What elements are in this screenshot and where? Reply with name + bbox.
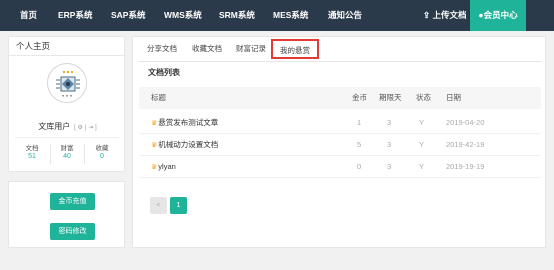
row-status: Y [419,140,425,149]
upload-arrow-icon: ⇪ [423,10,431,20]
row-title-text[interactable]: 机械动力设置文档 [158,140,218,149]
tab-favorite-docs[interactable]: 收藏文档 [192,39,222,59]
row-date: 2019-04-20 [446,118,485,127]
upload-doc-label: 上传文档 [432,10,467,20]
row-title[interactable]: ♛机械动力设置文档 [151,134,218,156]
pager-prev-button[interactable]: < [150,197,167,214]
row-status: Y [419,118,425,127]
tab-my-bounty[interactable]: 我的悬赏 [271,39,319,59]
account-actions-panel: 金币充值 密码修改 [8,181,125,248]
username-line: 文库用户 [ ⚙ | ⇥ ] [9,121,126,132]
row-status: Y [419,162,425,171]
row-coins: 0 [357,162,362,171]
stat-favorites-value: 0 [100,153,104,160]
member-center-label: 会员中心 [483,10,518,20]
row-days: 3 [387,162,392,171]
row-date: 2019-19-19 [446,162,485,171]
nav-sap[interactable]: SAP系统 [111,0,145,31]
stat-favorites: 收藏 0 [85,142,119,160]
stat-wealth-value: 40 [63,153,71,160]
logout-icon[interactable]: ⇥ ] [88,125,96,131]
profile-title: 个人主页 [9,37,124,56]
row-title[interactable]: ♛ylyan [151,156,176,178]
stat-wealth-label: 财富 [60,145,74,152]
username: 文库用户 [38,122,71,131]
nav-mes[interactable]: MES系统 [273,0,308,31]
row-title-text[interactable]: ylyan [158,162,176,171]
column-date: 日期 [446,93,461,102]
change-password-button[interactable]: 密码修改 [50,223,95,240]
tab-divider [139,61,541,62]
avatar-circuit-image [49,65,86,102]
nav-home[interactable]: 首页 [20,0,37,31]
row-title-text[interactable]: 悬赏发布测试文章 [158,118,218,127]
row-coins: 1 [357,118,362,127]
profile-panel: 个人主页 文库用户 [ ⚙ | ⇥ ] 文档 51 财富 40 收藏 0 [8,36,125,172]
gear-icon[interactable]: [ ⚙ | [73,125,86,131]
row-title[interactable]: ♛悬赏发布测试文章 [151,112,218,134]
nav-notice[interactable]: 通知公告 [328,0,362,31]
row-days: 3 [387,140,392,149]
crown-icon: ♛ [151,120,158,127]
stat-docs-label: 文档 [25,145,39,152]
crown-icon: ♛ [151,164,158,171]
recharge-button[interactable]: 金币充值 [50,193,95,210]
table-row[interactable]: ♛机械动力设置文档 5 3 Y 2019-42-19 [139,134,541,156]
nav-wms[interactable]: WMS系统 [164,0,202,31]
user-stats: 文档 51 财富 40 收藏 0 [15,137,119,167]
stat-favorites-label: 收藏 [95,145,109,152]
stat-docs: 文档 51 [15,142,49,160]
avatar [47,63,87,103]
column-status: 状态 [416,93,431,102]
pager-page-1[interactable]: 1 [170,197,187,214]
column-days: 期限天 [379,93,402,102]
row-coins: 5 [357,140,362,149]
main-panel: 分享文档 收藏文档 财富记录 我的悬赏 文档列表 标题 金币 期限天 状态 日期… [132,36,546,248]
doc-list-title: 文档列表 [148,68,180,77]
row-days: 3 [387,118,392,127]
crown-icon: ♛ [151,142,158,149]
column-title: 标题 [151,93,166,102]
member-center-button[interactable]: ●会员中心 [470,0,526,31]
table-row[interactable]: ♛悬赏发布测试文章 1 3 Y 2019-04-20 [139,112,541,134]
tab-shared-docs[interactable]: 分享文档 [147,39,177,59]
table-header: 标题 金币 期限天 状态 日期 [139,87,541,109]
tab-wealth-records[interactable]: 财富记录 [236,39,266,59]
stat-wealth: 财富 40 [50,142,84,160]
column-coins: 金币 [352,93,367,102]
nav-srm[interactable]: SRM系统 [219,0,255,31]
nav-erp[interactable]: ERP系统 [58,0,92,31]
upload-doc-button[interactable]: ⇪ 上传文档 [423,0,467,31]
stat-docs-value: 51 [28,153,36,160]
table-row[interactable]: ♛ylyan 0 3 Y 2019-19-19 [139,156,541,178]
row-date: 2019-42-19 [446,140,485,149]
top-navigation: 首页 ERP系统 SAP系统 WMS系统 SRM系统 MES系统 通知公告 ⇪ … [0,0,554,31]
